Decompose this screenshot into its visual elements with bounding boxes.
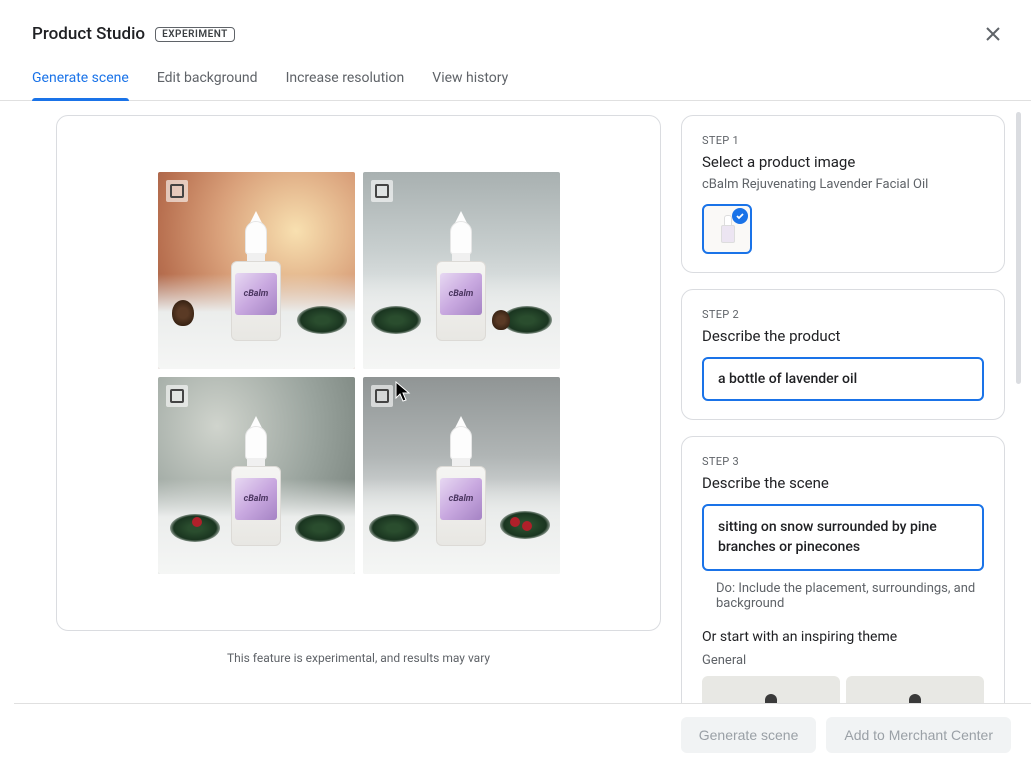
tab-generate-scene[interactable]: Generate scene: [32, 62, 129, 100]
step3-label: STEP 3: [702, 455, 984, 468]
step1-card: STEP 1 Select a product image cBalm Reju…: [681, 115, 1005, 273]
step1-label: STEP 1: [702, 134, 984, 147]
step2-card: STEP 2 Describe the product a bottle of …: [681, 289, 1005, 420]
theme-heading: Or start with an inspiring theme: [702, 629, 984, 645]
scrollbar[interactable]: [1016, 112, 1021, 384]
select-checkbox[interactable]: [166, 385, 188, 407]
generated-image-2[interactable]: cBalm: [363, 172, 560, 369]
close-icon[interactable]: [985, 26, 1001, 46]
scene-hint: Do: Include the placement, surroundings,…: [702, 581, 984, 611]
theme-category: General: [702, 653, 984, 668]
tab-view-history[interactable]: View history: [432, 62, 508, 100]
check-icon: [732, 208, 748, 224]
scene-description-input[interactable]: sitting on snow surrounded by pine branc…: [702, 504, 984, 571]
select-checkbox[interactable]: [371, 180, 393, 202]
disclaimer-text: This feature is experimental, and result…: [56, 631, 661, 665]
step2-title: Describe the product: [702, 327, 984, 345]
tab-increase-resolution[interactable]: Increase resolution: [286, 62, 405, 100]
product-brand: cBalm: [449, 494, 474, 504]
product-brand: cBalm: [244, 494, 269, 504]
product-brand: cBalm: [449, 289, 474, 299]
select-checkbox[interactable]: [166, 180, 188, 202]
generate-scene-button[interactable]: Generate scene: [681, 717, 817, 753]
generated-image-3[interactable]: cBalm: [158, 377, 355, 574]
tab-bar: Generate scene Edit background Increase …: [0, 54, 1031, 101]
step1-product-name: cBalm Rejuvenating Lavender Facial Oil: [702, 177, 984, 192]
product-brand: cBalm: [244, 289, 269, 299]
header: Product Studio EXPERIMENT: [0, 0, 1031, 54]
preview-panel: cBalm cBalm: [56, 115, 661, 631]
step3-card: STEP 3 Describe the scene sitting on sno…: [681, 436, 1005, 715]
step2-label: STEP 2: [702, 308, 984, 321]
step1-title: Select a product image: [702, 153, 984, 171]
app-title: Product Studio: [32, 24, 145, 44]
select-checkbox[interactable]: [371, 385, 393, 407]
experiment-badge: EXPERIMENT: [155, 27, 235, 42]
generated-image-4[interactable]: cBalm: [363, 377, 560, 574]
tab-edit-background[interactable]: Edit background: [157, 62, 258, 100]
step3-title: Describe the scene: [702, 474, 984, 492]
footer-bar: Generate scene Add to Merchant Center: [14, 703, 1031, 765]
add-to-merchant-button[interactable]: Add to Merchant Center: [826, 717, 1011, 753]
product-description-input[interactable]: a bottle of lavender oil: [702, 357, 984, 401]
selected-product-thumbnail[interactable]: [702, 204, 752, 254]
generated-image-1[interactable]: cBalm: [158, 172, 355, 369]
